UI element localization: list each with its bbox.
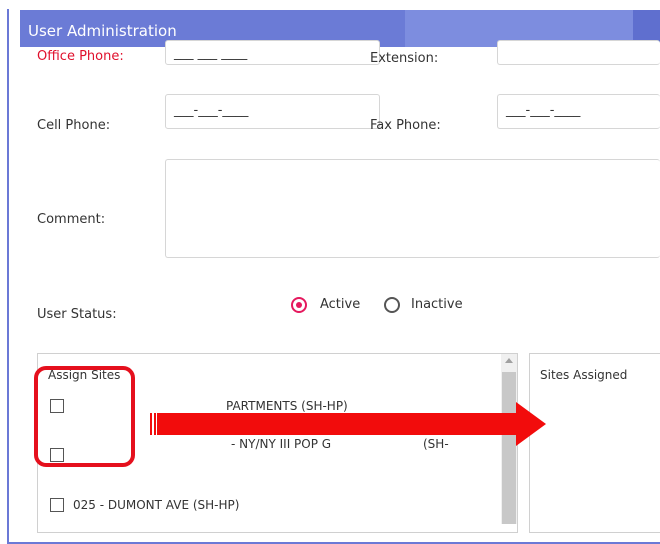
fax-phone-value: ___-___-____: [506, 103, 581, 118]
inactive-label: Inactive: [411, 297, 463, 312]
cell-phone-input[interactable]: ___-___-____: [165, 94, 380, 129]
scrollbar-thumb[interactable]: [502, 372, 516, 524]
office-phone-label: Office Phone:: [37, 49, 124, 64]
checkbox-highlight-callout: [34, 366, 135, 467]
annotation-arrow-shaft: [157, 413, 524, 435]
scroll-up-arrow-icon[interactable]: [505, 358, 513, 363]
arrow-tail-mark: [154, 413, 156, 435]
arrow-right-icon: [516, 402, 546, 446]
inactive-radio[interactable]: [384, 297, 400, 313]
sites-assigned-title: Sites Assigned: [540, 368, 628, 382]
site-item-2-suffix: (SH-: [423, 437, 449, 451]
active-radio[interactable]: [291, 297, 307, 313]
site-checkbox-3[interactable]: [50, 498, 64, 512]
user-status-label: User Status:: [37, 307, 117, 322]
extension-label: Extension:: [370, 51, 439, 66]
active-label: Active: [320, 297, 361, 312]
status-inactive-option[interactable]: Inactive: [383, 296, 473, 316]
status-active-option[interactable]: Active: [290, 296, 370, 316]
fax-phone-label: Fax Phone:: [370, 118, 441, 133]
site-item-2-label: - NY/NY III POP G: [231, 437, 332, 451]
fax-phone-input[interactable]: ___-___-____: [497, 94, 660, 129]
arrow-tail-mark: [150, 413, 152, 435]
site-item-3-label: 025 - DUMONT AVE (SH-HP): [73, 498, 240, 512]
cell-phone-value: ___-___-____: [174, 103, 249, 118]
comment-label: Comment:: [37, 212, 106, 227]
site-item-1-label: PARTMENTS (SH-HP): [226, 399, 348, 413]
extension-input[interactable]: [497, 40, 660, 65]
window-title: User Administration: [28, 22, 177, 40]
office-phone-input[interactable]: ___ ___ ____: [165, 40, 380, 65]
comment-textarea[interactable]: [165, 159, 660, 258]
cell-phone-label: Cell Phone:: [37, 118, 111, 133]
office-phone-value: ___ ___ ____: [174, 46, 248, 61]
